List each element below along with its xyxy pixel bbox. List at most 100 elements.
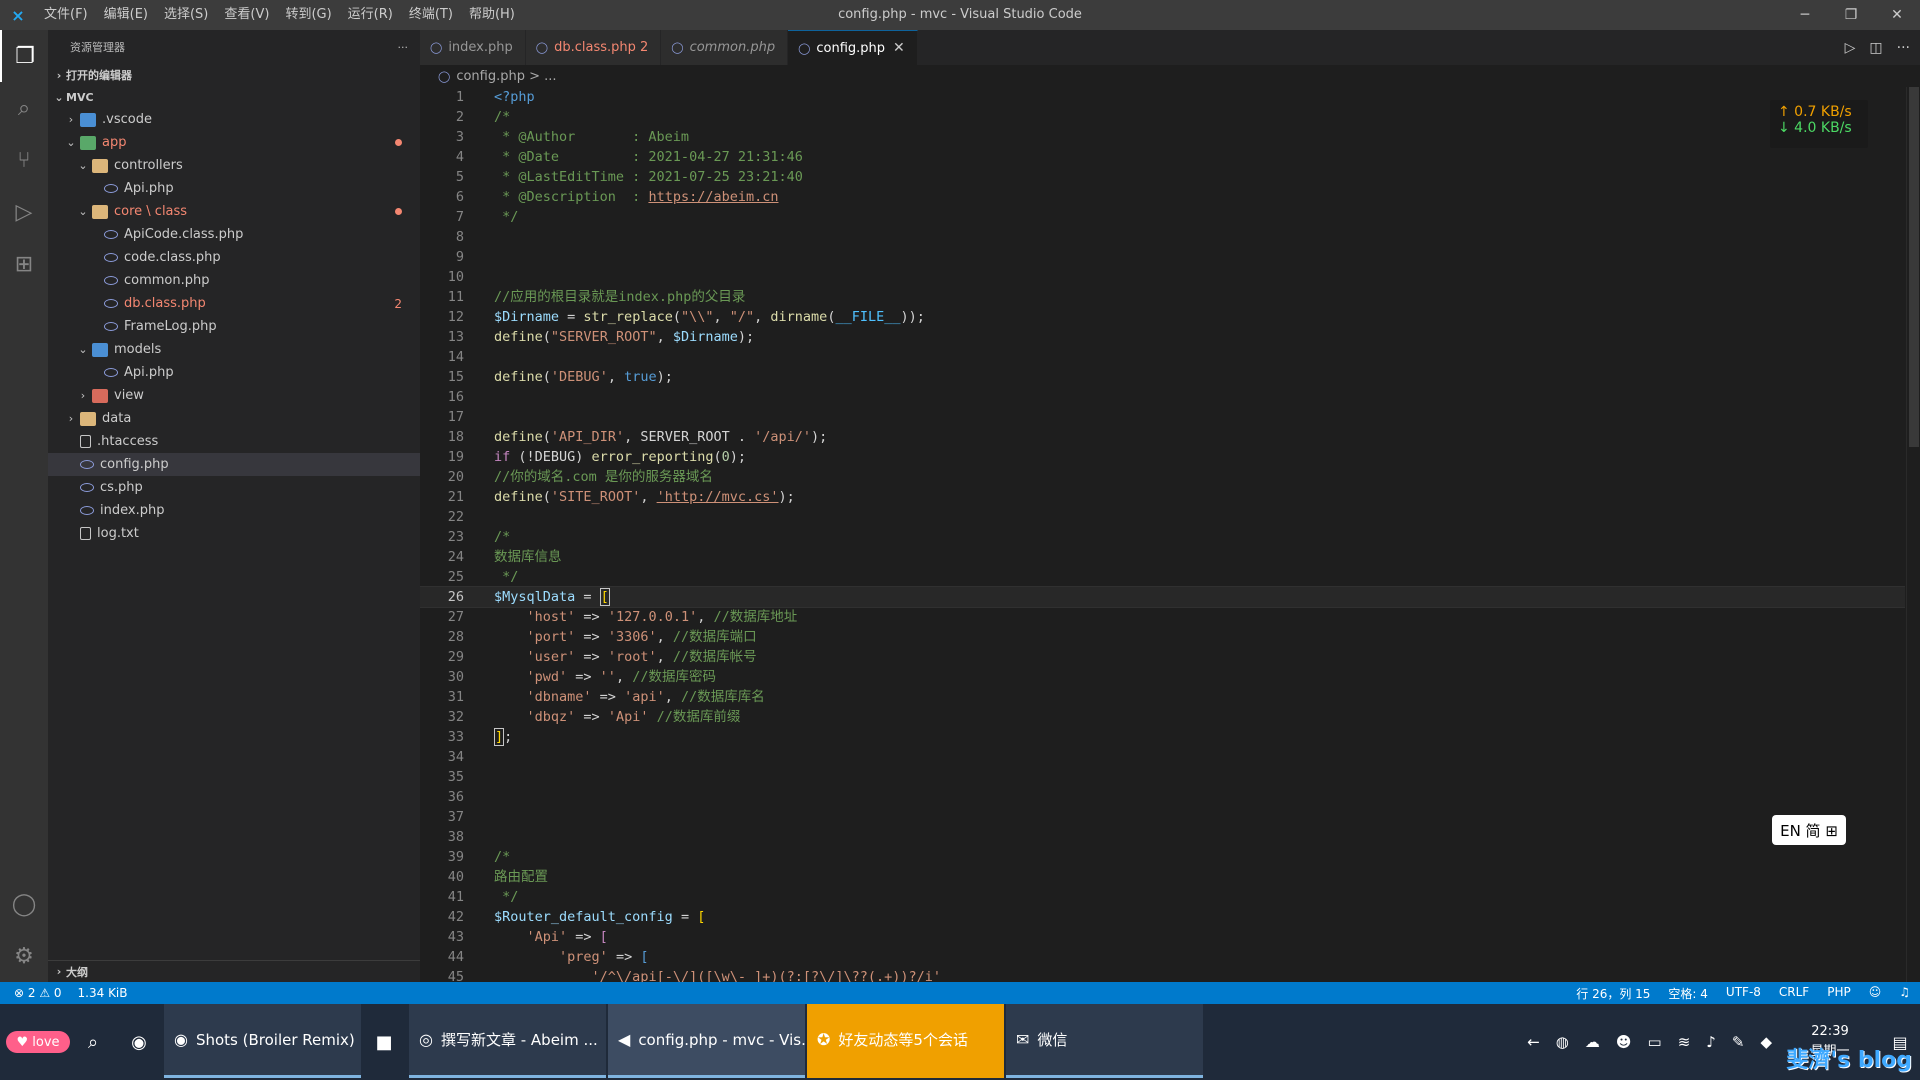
code-line[interactable]: 41 */ bbox=[420, 887, 1905, 907]
more-actions-icon[interactable]: ··· bbox=[1897, 40, 1910, 56]
code-line[interactable]: 39 /* bbox=[420, 847, 1905, 867]
code-line[interactable]: 40 路由配置 bbox=[420, 867, 1905, 887]
menu-item[interactable]: 帮助(H) bbox=[461, 0, 523, 30]
tree-file[interactable]: ApiCode.class.php bbox=[48, 223, 420, 246]
run-debug-icon[interactable]: ▷ bbox=[0, 186, 48, 238]
taskbar-app-button[interactable]: ◀ config.php - mvc - Vis... bbox=[608, 1004, 805, 1078]
love-badge[interactable]: ♥ love bbox=[6, 1031, 70, 1053]
menu-item[interactable]: 运行(R) bbox=[340, 0, 401, 30]
code-line[interactable]: 3 * @Author : Abeim bbox=[420, 127, 1905, 147]
open-editors-section[interactable]: › 打开的编辑器 bbox=[48, 64, 420, 86]
cursor-position[interactable]: 行 26，列 15 bbox=[1576, 985, 1650, 1002]
code-line[interactable]: 28 'port' => '3306', //数据库端口 bbox=[420, 627, 1905, 647]
editor-scrollbar[interactable] bbox=[1906, 87, 1920, 982]
ime-indicator[interactable]: EN 简 ⊞ bbox=[1772, 815, 1846, 845]
indentation[interactable]: 空格: 4 bbox=[1668, 985, 1708, 1002]
code-line[interactable]: 36 bbox=[420, 787, 1905, 807]
cloud-icon[interactable]: ☁ bbox=[1585, 1033, 1600, 1051]
code-line[interactable]: 21 define('SITE_ROOT', 'http://mvc.cs'); bbox=[420, 487, 1905, 507]
scrollbar-thumb[interactable] bbox=[1909, 87, 1919, 447]
workspace-root[interactable]: ⌄ MVC bbox=[48, 86, 420, 108]
code-line[interactable]: 34 bbox=[420, 747, 1905, 767]
menu-item[interactable]: 文件(F) bbox=[36, 0, 96, 30]
code-line[interactable]: 44 'preg' => [ bbox=[420, 947, 1905, 967]
code-line[interactable]: 15 define('DEBUG', true); bbox=[420, 367, 1905, 387]
menu-item[interactable]: 转到(G) bbox=[277, 0, 339, 30]
tree-file[interactable]: .htaccess bbox=[48, 430, 420, 453]
language-mode[interactable]: PHP bbox=[1827, 985, 1851, 1002]
close-tab-icon[interactable]: ✕ bbox=[893, 40, 905, 56]
taskbar-app-button[interactable]: ◉ Shots (Broiler Remix) ... bbox=[164, 1004, 361, 1078]
tree-folder[interactable]: ⌄ controllers bbox=[48, 154, 420, 177]
tree-file[interactable]: db.class.php 2 bbox=[48, 292, 420, 315]
code-line[interactable]: 13 define("SERVER_ROOT", $Dirname); bbox=[420, 327, 1905, 347]
code-line[interactable]: 30 'pwd' => '', //数据库密码 bbox=[420, 667, 1905, 687]
code-line[interactable]: 17 bbox=[420, 407, 1905, 427]
code-line[interactable]: 23 /* bbox=[420, 527, 1905, 547]
code-line[interactable]: 2 /* bbox=[420, 107, 1905, 127]
code-line[interactable]: 27 'host' => '127.0.0.1', //数据库地址 bbox=[420, 607, 1905, 627]
tree-file[interactable]: index.php bbox=[48, 499, 420, 522]
line-ending[interactable]: CRLF bbox=[1779, 985, 1809, 1002]
source-control-icon[interactable]: ⑂ bbox=[0, 134, 48, 186]
volume-icon[interactable]: ♪ bbox=[1706, 1033, 1716, 1051]
code-line[interactable]: 16 bbox=[420, 387, 1905, 407]
tree-folder[interactable]: ⌄ models bbox=[48, 338, 420, 361]
split-editor-icon[interactable]: ◫ bbox=[1869, 40, 1882, 56]
code-line[interactable]: 24 数据库信息 bbox=[420, 547, 1905, 567]
code-line[interactable]: 4 * @Date : 2021-04-27 21:31:46 bbox=[420, 147, 1905, 167]
code-line[interactable]: 1 <?php bbox=[420, 87, 1905, 107]
qq-icon[interactable]: ☻ bbox=[1616, 1033, 1632, 1051]
editor-tab[interactable]: ◯ config.php ✕ bbox=[788, 30, 918, 65]
editor-tab[interactable]: ◯ common.php bbox=[661, 30, 789, 65]
code-line[interactable]: 38 bbox=[420, 827, 1905, 847]
wifi-icon[interactable]: ≋ bbox=[1678, 1033, 1691, 1051]
battery-icon[interactable]: ▭ bbox=[1648, 1033, 1662, 1051]
explorer-icon[interactable]: ❐ bbox=[0, 30, 48, 82]
code-line[interactable]: 22 bbox=[420, 507, 1905, 527]
tree-folder[interactable]: › data bbox=[48, 407, 420, 430]
code-line[interactable]: 5 * @LastEditTime : 2021-07-25 23:21:40 bbox=[420, 167, 1905, 187]
minimize-icon[interactable]: ─ bbox=[1782, 0, 1828, 30]
code-line[interactable]: 37 bbox=[420, 807, 1905, 827]
search-icon[interactable]: ⌕ bbox=[0, 82, 48, 134]
taskbar-app-button[interactable]: ◎ 撰写新文章 - Abeim ... bbox=[409, 1004, 606, 1078]
code-line[interactable]: 31 'dbname' => 'api', //数据库库名 bbox=[420, 687, 1905, 707]
outline-section[interactable]: › 大纲 bbox=[48, 960, 420, 982]
code-line[interactable]: 7 */ bbox=[420, 207, 1905, 227]
tree-folder[interactable]: ⌄ core \ class bbox=[48, 200, 420, 223]
extensions-icon[interactable]: ⊞ bbox=[0, 238, 48, 290]
code-line[interactable]: 43 'Api' => [ bbox=[420, 927, 1905, 947]
menu-item[interactable]: 终端(T) bbox=[401, 0, 461, 30]
problems-indicator[interactable]: ⊗ 2 ⚠ 0 bbox=[14, 986, 62, 1000]
tree-file[interactable]: Api.php bbox=[48, 177, 420, 200]
tree-file[interactable]: common.php bbox=[48, 269, 420, 292]
taskbar-app-button[interactable]: ✉ 微信 bbox=[1006, 1004, 1203, 1078]
code-line[interactable]: 8 bbox=[420, 227, 1905, 247]
menu-item[interactable]: 选择(S) bbox=[156, 0, 216, 30]
code-line[interactable]: 20 //你的域名.com 是你的服务器域名 bbox=[420, 467, 1905, 487]
more-actions-icon[interactable]: ··· bbox=[398, 41, 409, 54]
code-line[interactable]: 32 'dbqz' => 'Api' //数据库前缀 bbox=[420, 707, 1905, 727]
input-method-icon[interactable]: ✎ bbox=[1732, 1033, 1745, 1051]
settings-gear-icon[interactable]: ⚙ bbox=[0, 930, 48, 982]
account-icon[interactable]: ◯ bbox=[0, 878, 48, 930]
code-line[interactable]: 33]; bbox=[420, 727, 1905, 747]
tree-file[interactable]: Api.php bbox=[48, 361, 420, 384]
tree-folder[interactable]: › .vscode bbox=[48, 108, 420, 131]
menu-item[interactable]: 编辑(E) bbox=[96, 0, 156, 30]
baidu-icon[interactable]: ◆ bbox=[1760, 1033, 1772, 1051]
tree-file[interactable]: cs.php bbox=[48, 476, 420, 499]
taskbar-app-button[interactable]: ✪ 好友动态等5个会话 bbox=[807, 1004, 1004, 1078]
encoding[interactable]: UTF-8 bbox=[1726, 985, 1761, 1002]
weibo-icon[interactable]: ◍ bbox=[1556, 1033, 1569, 1051]
tree-folder[interactable]: › view bbox=[48, 384, 420, 407]
tree-file[interactable]: code.class.php bbox=[48, 246, 420, 269]
editor-tab[interactable]: ◯ db.class.php 2 bbox=[525, 30, 662, 65]
code-line[interactable]: 45 '/^\/api[-\/]([\w\-_]+)(?:[?\/]\??(.+… bbox=[420, 967, 1905, 982]
breadcrumb[interactable]: ◯ config.php > ... bbox=[420, 65, 1920, 87]
code-line[interactable]: 10 bbox=[420, 267, 1905, 287]
run-icon[interactable]: ▷ bbox=[1845, 40, 1856, 56]
code-line[interactable]: 35 bbox=[420, 767, 1905, 787]
tree-file[interactable]: config.php bbox=[48, 453, 420, 476]
